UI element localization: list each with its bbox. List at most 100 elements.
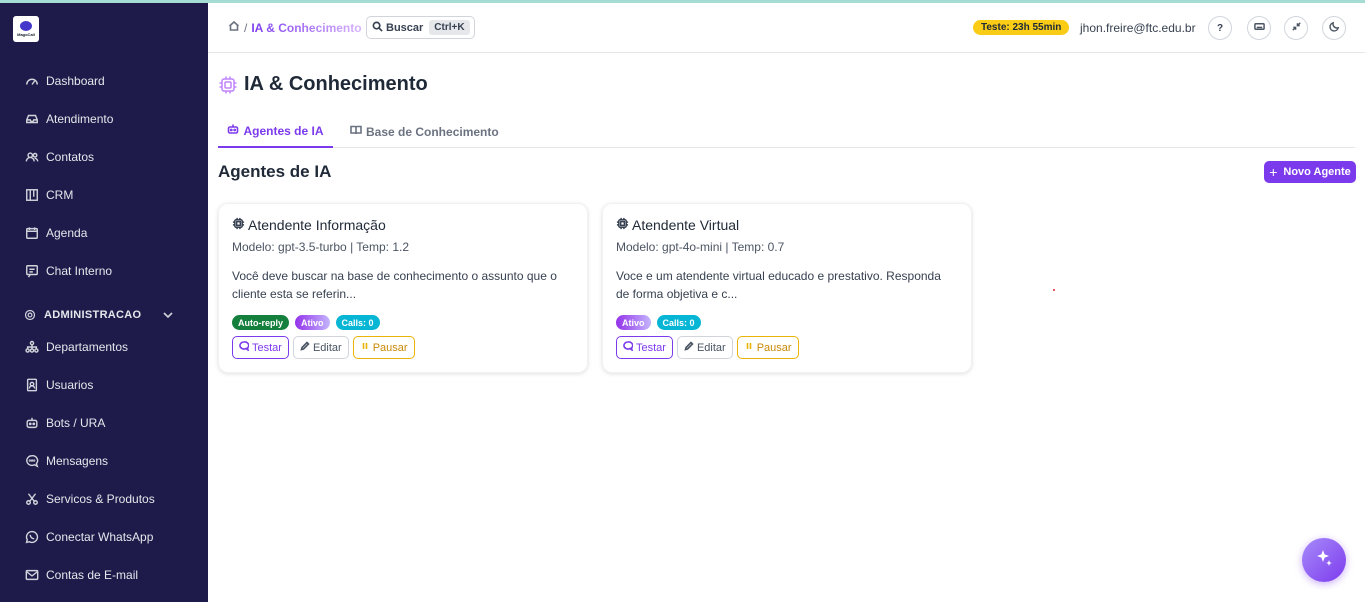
sidebar-item-label: Mensagens — [46, 454, 109, 468]
user-badge-icon — [24, 377, 40, 393]
chat-bubble-icon — [623, 341, 636, 354]
admin-section-label: ADMINISTRACAO — [44, 309, 142, 321]
agent-name-text: Atendente Virtual — [632, 217, 740, 233]
ai-assistant-button[interactable] — [1302, 538, 1346, 582]
sidebar-item-crm[interactable]: CRM — [24, 185, 73, 205]
agent-name: Atendente Informação — [232, 217, 386, 233]
minimize-icon — [1291, 21, 1302, 35]
agent-description: Você deve buscar na base de conhecimento… — [232, 269, 557, 301]
logo-text: MagoCall — [17, 32, 35, 37]
chevron-down-icon — [162, 309, 174, 324]
sidebar-item-atendimento[interactable]: Atendimento — [24, 109, 113, 129]
theme-toggle-button[interactable] — [1322, 16, 1346, 40]
pencil-icon — [300, 341, 313, 354]
calls-badge: Calls: 0 — [656, 315, 701, 330]
help-label: ? — [1216, 22, 1224, 34]
pencil-icon — [684, 341, 697, 354]
chat-bubble-icon — [239, 341, 252, 354]
trial-badge: Teste: 23h 55min — [973, 20, 1070, 35]
new-agent-label: Novo Agente — [1283, 166, 1351, 178]
test-label: Testar — [636, 341, 666, 354]
test-label: Testar — [252, 341, 282, 354]
test-button[interactable]: Testar — [232, 336, 289, 359]
pause-label: Pausar — [372, 341, 408, 354]
agent-actions: Testar Editar Pausar — [232, 336, 415, 359]
search-icon — [372, 21, 386, 35]
tab-agentes-ia[interactable]: Agentes de IA — [218, 115, 333, 148]
book-icon — [350, 124, 366, 139]
mail-icon — [24, 567, 40, 583]
sidebar-item-label: Departamentos — [46, 340, 129, 354]
page-title-text: IA & Conhecimento — [244, 73, 428, 95]
agent-actions: Testar Editar Pausar — [616, 336, 799, 359]
sidebar-item-bots-ura[interactable]: Bots / URA — [24, 413, 105, 433]
sidebar-item-label: Conectar WhatsApp — [46, 530, 154, 544]
sidebar-item-label: Bots / URA — [46, 416, 106, 430]
edit-label: Editar — [312, 341, 342, 354]
agent-name-text: Atendente Informação — [248, 217, 386, 233]
tab-base-conhecimento[interactable]: Base de Conhecimento — [350, 115, 499, 148]
agent-meta: Modelo: gpt-3.5-turbo | Temp: 1.2 — [232, 240, 409, 254]
sidebar-item-label: Usuarios — [46, 378, 94, 392]
admin-section-toggle[interactable]: ADMINISTRACAO — [24, 305, 174, 325]
inbox-icon — [24, 111, 40, 127]
new-agent-button[interactable]: + Novo Agente — [1264, 161, 1356, 183]
auto-reply-badge: Auto-reply — [232, 315, 289, 330]
whatsapp-icon — [24, 529, 40, 545]
sidebar-item-chat-interno[interactable]: Chat Interno — [24, 261, 112, 281]
logo-icon — [20, 21, 32, 31]
sidebar-item-label: Agenda — [46, 226, 88, 240]
robot-icon — [24, 415, 40, 431]
edit-button[interactable]: Editar — [676, 336, 733, 359]
gear-icon — [24, 308, 38, 322]
chat-icon — [24, 263, 40, 279]
hierarchy-icon — [24, 339, 40, 355]
sidebar-item-conectar-whatsapp[interactable]: Conectar WhatsApp — [24, 527, 153, 547]
users-icon — [24, 149, 40, 165]
sidebar-item-agenda[interactable]: Agenda — [24, 223, 87, 243]
cpu-icon — [232, 217, 248, 233]
edit-button[interactable]: Editar — [292, 336, 349, 359]
sidebar-item-usuarios[interactable]: Usuarios — [24, 375, 93, 395]
tabs: Agentes de IA Base de Conhecimento — [218, 115, 1355, 148]
sparkles-icon — [1314, 548, 1334, 573]
test-button[interactable]: Testar — [616, 336, 673, 359]
agent-card: Atendente Informação Modelo: gpt-3.5-tur… — [218, 203, 588, 373]
help-button[interactable]: ? — [1208, 16, 1232, 40]
sidebar-item-contatos[interactable]: Contatos — [24, 147, 94, 167]
tab-label: Base de Conhecimento — [366, 124, 499, 139]
topbar: / IA & Conhecimento Buscar Ctrl+K Teste:… — [208, 3, 1365, 53]
breadcrumb: / IA & Conhecimento — [228, 20, 362, 35]
scissors-icon — [24, 491, 40, 507]
moon-icon — [1328, 21, 1340, 35]
tab-label: Agentes de IA — [243, 123, 324, 138]
keyboard-icon — [1253, 21, 1265, 35]
sidebar-item-mensagens[interactable]: Mensagens — [24, 451, 108, 471]
cursor-dot — [1053, 289, 1055, 291]
search-shortcut: Ctrl+K — [429, 20, 470, 35]
sidebar-item-label: Chat Interno — [46, 264, 113, 278]
plus-icon: + — [1269, 164, 1278, 180]
home-icon[interactable] — [228, 20, 240, 35]
sidebar-item-label: Atendimento — [46, 112, 114, 126]
sidebar-item-dashboard[interactable]: Dashboard — [24, 71, 105, 91]
cpu-icon — [218, 75, 238, 95]
message-dots-icon — [24, 453, 40, 469]
keyboard-button[interactable] — [1247, 16, 1271, 40]
search-button[interactable]: Buscar Ctrl+K — [366, 16, 475, 39]
gauge-icon — [24, 73, 40, 89]
pause-button[interactable]: Pausar — [736, 336, 799, 359]
user-email[interactable]: jhon.freire@ftc.edu.br — [1080, 21, 1196, 35]
agent-name: Atendente Virtual — [616, 217, 739, 233]
sidebar-item-departamentos[interactable]: Departamentos — [24, 337, 128, 357]
fullscreen-button[interactable] — [1284, 16, 1308, 40]
section-title: Agentes de IA — [218, 162, 332, 181]
pause-icon — [744, 341, 757, 354]
sidebar-item-contas-email[interactable]: Contas de E-mail — [24, 565, 138, 585]
pause-button[interactable]: Pausar — [352, 336, 415, 359]
sidebar-item-servicos-produtos[interactable]: Servicos & Produtos — [24, 489, 155, 509]
active-badge: Ativo — [295, 315, 330, 330]
kanban-icon — [24, 187, 40, 203]
active-badge: Ativo — [616, 315, 651, 330]
app-logo[interactable]: MagoCall — [13, 16, 39, 42]
